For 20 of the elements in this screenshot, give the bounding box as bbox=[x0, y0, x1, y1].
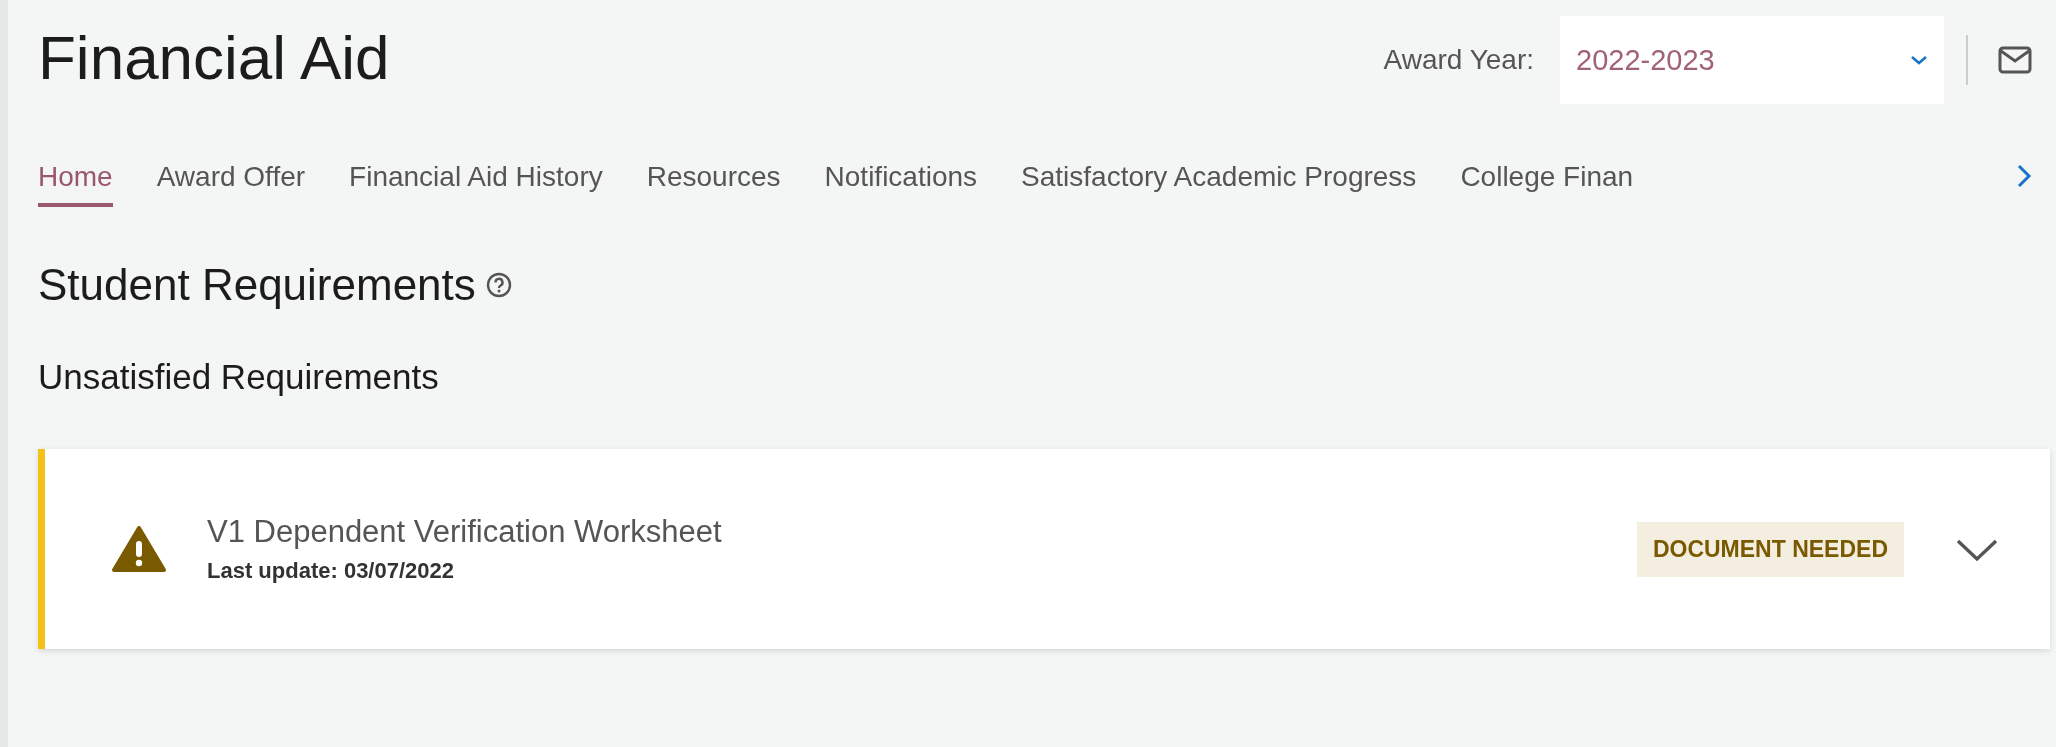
last-update-text: Last update: 03/07/2022 bbox=[207, 558, 455, 584]
nav-tab[interactable]: Home bbox=[38, 143, 113, 207]
nav-tab[interactable]: Financial Aid History bbox=[349, 143, 603, 207]
award-year-label: Award Year: bbox=[1383, 44, 1534, 76]
section-title: Student Requirements bbox=[38, 260, 476, 310]
nav-tab[interactable]: Award Offer bbox=[156, 143, 306, 207]
status-badge: DOCUMENT NEEDED bbox=[1636, 521, 1904, 577]
warning-icon bbox=[111, 525, 167, 573]
nav-tab[interactable]: Resources bbox=[646, 143, 781, 207]
chevron-down-icon bbox=[1910, 54, 1928, 66]
help-icon[interactable] bbox=[485, 272, 512, 298]
nav-tab[interactable]: College Finan bbox=[1460, 143, 1634, 207]
page-title: Financial Aid bbox=[38, 22, 390, 93]
nav-tab[interactable]: Notifications bbox=[824, 143, 978, 207]
subsection-title: Unsatisfied Requirements bbox=[38, 357, 440, 398]
mail-icon[interactable] bbox=[1998, 46, 2032, 74]
award-year-dropdown[interactable]: 2022-2023 bbox=[1560, 16, 1944, 104]
nav-tab[interactable]: Satisfactory Academic Progress bbox=[1021, 143, 1417, 207]
chevron-right-icon[interactable] bbox=[2016, 163, 2032, 189]
requirement-title: V1 Dependent Verification Worksheet bbox=[207, 514, 723, 550]
